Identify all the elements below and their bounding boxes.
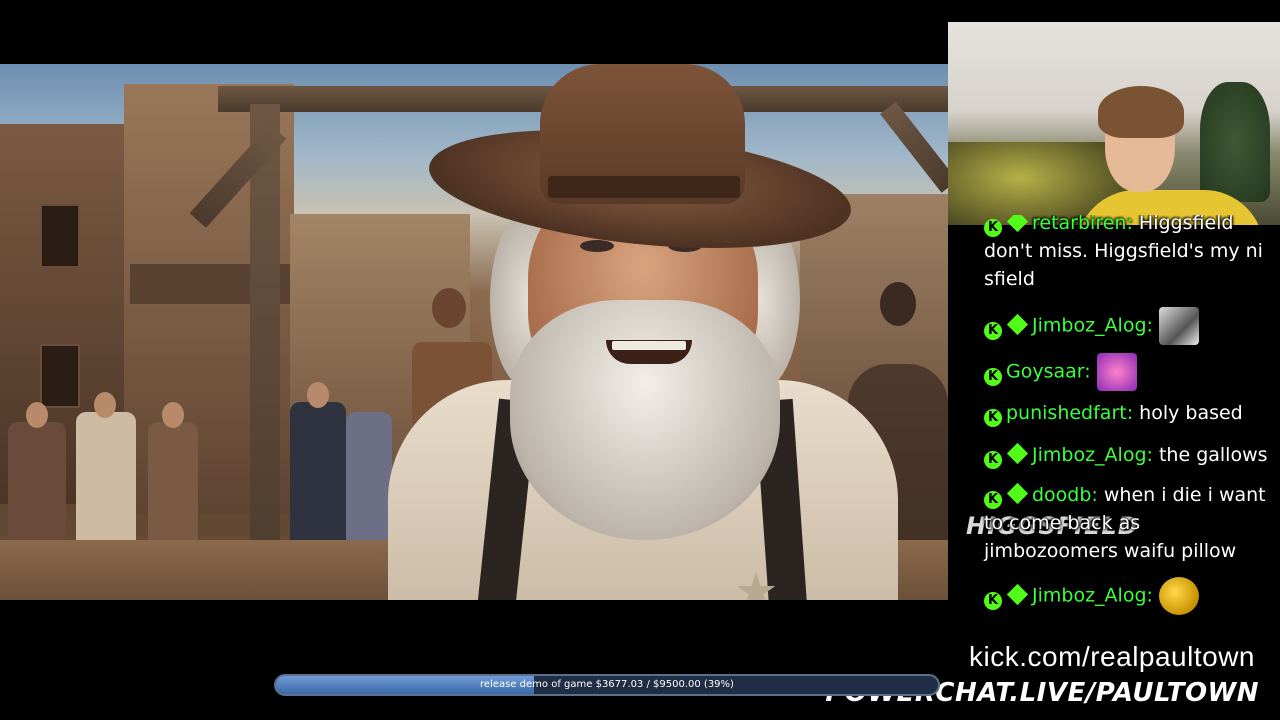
kick-channel-link[interactable]: kick.com/realpaultown (969, 641, 1255, 673)
chat-username[interactable]: Goysaar: (1006, 361, 1091, 383)
donation-goal-bar: release demo of game $3677.03 / $9500.00… (274, 674, 940, 696)
chat-text: when i die i want to come back as jimboz… (984, 484, 1266, 562)
chat-username[interactable]: punishedfart: (1006, 402, 1133, 424)
chat-message: K Jimboz_Alog: (984, 307, 1270, 345)
diamond-badge-icon (1006, 442, 1029, 465)
video-player[interactable] (0, 64, 948, 600)
kick-badge-icon: K (984, 219, 1002, 237)
diamond-badge-icon (1006, 215, 1029, 233)
chat-text: the gallows (1158, 444, 1268, 466)
chat-message: Kpunishedfart: holy based (984, 399, 1270, 427)
chat-message: K Goysaar: (984, 353, 1270, 391)
kick-badge-icon: K (984, 491, 1002, 509)
kick-badge-icon: K (984, 367, 1002, 386)
kick-badge-icon: K (984, 591, 1002, 610)
chat-username[interactable]: Jimboz_Alog: (1032, 315, 1153, 337)
diamond-badge-icon (1006, 313, 1029, 335)
chat-message: K Jimboz_Alog: (984, 577, 1270, 615)
chat-message: Kretarbiren: Higgsfield don't miss. Higg… (984, 215, 1270, 293)
bw-anime-emote-icon (1158, 307, 1199, 345)
chat-username[interactable]: Jimboz_Alog: (1032, 585, 1153, 607)
streamer-webcam (948, 22, 1280, 225)
chat-text: holy based (1139, 402, 1243, 424)
old-man-beard (510, 300, 780, 540)
webcam-plant (1200, 82, 1270, 202)
chat-message: Kdoodb: when i die i want to come back a… (984, 481, 1270, 565)
chat-username[interactable]: Jimboz_Alog: (1032, 444, 1153, 466)
pink-anime-emote-icon (1096, 353, 1137, 391)
old-man-eye (580, 240, 614, 252)
chat-overlay: Kretarbiren: Higgsfield don't miss. Higg… (980, 215, 1270, 655)
chat-username[interactable]: retarbiren: (1032, 215, 1133, 234)
diamond-badge-icon (1006, 583, 1029, 605)
diamond-badge-icon (1006, 482, 1029, 505)
chat-message: K Jimboz_Alog: the gallows (984, 441, 1270, 469)
kick-badge-icon: K (984, 409, 1002, 427)
hat-band (548, 176, 740, 198)
donation-goal-label: release demo of game $3677.03 / $9500.00… (480, 679, 734, 690)
kick-badge-icon: K (984, 321, 1002, 340)
old-man-teeth (612, 341, 686, 350)
yellow-ball-emote-icon (1158, 577, 1199, 615)
kick-badge-icon: K (984, 451, 1002, 469)
old-man (0, 64, 948, 600)
chat-username[interactable]: doodb: (1032, 484, 1098, 506)
streamer-hair (1098, 86, 1184, 138)
